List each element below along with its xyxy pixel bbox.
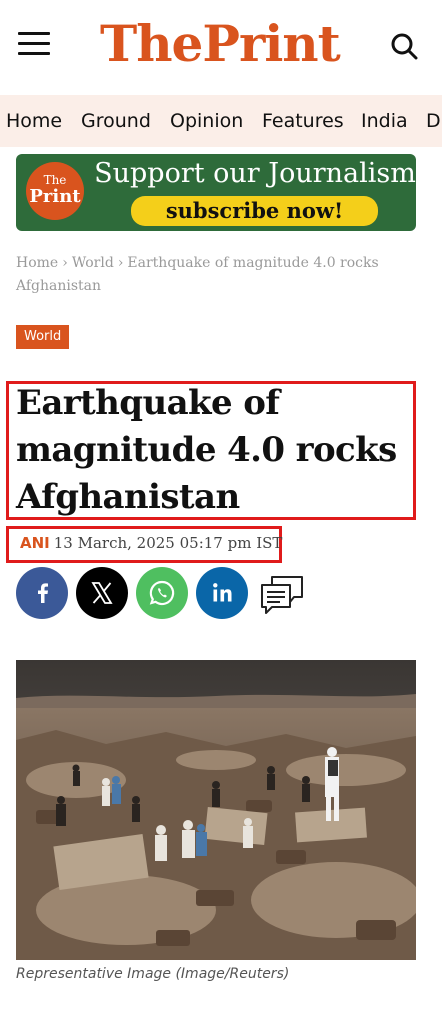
- article-image: [16, 660, 416, 960]
- breadcrumb-separator: ›: [117, 255, 124, 271]
- nav-item-features[interactable]: Features: [262, 95, 344, 147]
- breadcrumb-separator: ›: [62, 255, 68, 271]
- banner-title: Support our Journalism: [94, 158, 416, 189]
- byline: ANI 13 March, 2025 05:17 pm IST: [20, 534, 282, 552]
- main-nav: Home Ground Opinion Features India Di: [0, 95, 442, 147]
- site-logo[interactable]: ThePrint: [100, 14, 341, 74]
- site-header: ThePrint: [0, 0, 442, 92]
- nav-item-ground[interactable]: Ground: [81, 95, 151, 147]
- banner-logo-badge: The Print: [26, 162, 84, 220]
- logo-text-the: The: [100, 14, 203, 73]
- badge-large-text: Print: [29, 186, 81, 207]
- category-tag[interactable]: World: [16, 325, 70, 349]
- author-link[interactable]: ANI: [20, 534, 50, 552]
- image-caption: Representative Image (Image/Reuters): [16, 966, 290, 982]
- breadcrumb-section[interactable]: World: [72, 255, 114, 271]
- whatsapp-icon: [149, 580, 175, 606]
- x-icon: [91, 582, 113, 604]
- subscribe-button[interactable]: subscribe now!: [131, 196, 378, 226]
- linkedin-icon: [213, 583, 232, 602]
- breadcrumb-home[interactable]: Home: [16, 255, 58, 271]
- breadcrumb-current: Earthquake of magnitude 4.0 rocks Afghan…: [16, 255, 379, 294]
- nav-item-more[interactable]: Di: [426, 95, 442, 147]
- hamburger-menu-icon[interactable]: [18, 32, 50, 56]
- article-headline: Earthquake of magnitude 4.0 rocks Afghan…: [16, 383, 397, 517]
- publish-date: 13 March, 2025 05:17 pm IST: [53, 534, 283, 552]
- whatsapp-share-button[interactable]: [136, 567, 188, 619]
- x-share-button[interactable]: [76, 567, 128, 619]
- search-icon[interactable]: [390, 32, 418, 60]
- linkedin-share-button[interactable]: [196, 567, 248, 619]
- nav-item-india[interactable]: India: [361, 95, 408, 147]
- facebook-share-button[interactable]: [16, 567, 68, 619]
- badge-small-text: The: [43, 173, 67, 187]
- nav-item-home[interactable]: Home: [6, 95, 62, 147]
- breadcrumb: Home › World › Earthquake of magnitude 4.0 r…: [16, 252, 416, 298]
- logo-text-print: Print: [202, 14, 340, 73]
- nav-item-opinion[interactable]: Opinion: [170, 95, 243, 147]
- support-banner[interactable]: The Print Support our Journalism subscri…: [16, 154, 416, 231]
- facebook-icon: [38, 583, 48, 603]
- comments-icon[interactable]: [258, 573, 306, 615]
